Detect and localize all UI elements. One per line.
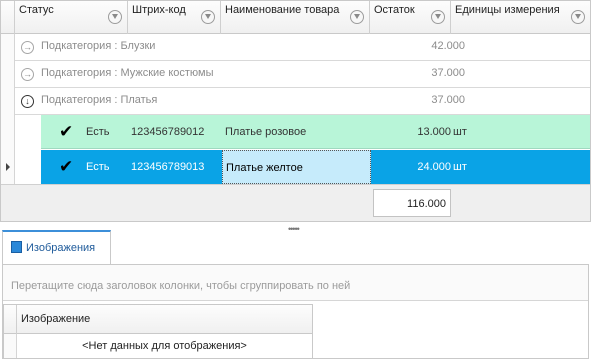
group-row-dresses[interactable]: ↓ Подкатегория : Платья 37.000 xyxy=(15,88,590,115)
current-row-arrow-icon xyxy=(6,163,10,171)
row-indicator-column xyxy=(1,34,15,184)
expand-icon[interactable]: → xyxy=(21,41,34,54)
panel-splitter[interactable]: ••••• xyxy=(288,224,300,234)
filter-icon[interactable] xyxy=(350,10,364,24)
group-by-hint[interactable]: Перетащите сюда заголовок колонки, чтобы… xyxy=(3,265,588,301)
column-header-name[interactable]: Наименование товара xyxy=(221,1,370,34)
no-data-message: <Нет данных для отображения> xyxy=(82,340,247,352)
total-stock: 116.000 xyxy=(373,189,451,217)
expand-icon[interactable]: → xyxy=(21,68,34,81)
check-icon: ✔ xyxy=(59,122,74,141)
header-indicator xyxy=(4,305,17,334)
grid-footer: 116.000 xyxy=(1,184,590,221)
image-tab-icon xyxy=(11,241,22,253)
focused-cell[interactable]: Платье желтое xyxy=(222,150,371,184)
group-row-blouses[interactable]: → Подкатегория : Блузки 42.000 xyxy=(15,34,590,61)
grid-header: Статус Штрих-код Наименование товара Ост… xyxy=(1,1,590,34)
column-header-status[interactable]: Статус xyxy=(15,1,128,34)
images-grid-header: Изображение xyxy=(4,305,312,334)
column-header-stock[interactable]: Остаток xyxy=(370,1,451,34)
column-header-barcode[interactable]: Штрих-код xyxy=(128,1,221,34)
check-icon: ✔ xyxy=(59,157,74,176)
row-indicator-column xyxy=(4,334,17,358)
group-row-mens-suits[interactable]: → Подкатегория : Мужские костюмы 37.000 xyxy=(15,61,590,88)
column-header-image[interactable]: Изображение xyxy=(21,313,90,325)
column-header-units[interactable]: Единицы измерения xyxy=(451,1,590,34)
table-row[interactable]: ✔ Есть 123456789012 Платье розовое 13.00… xyxy=(41,115,590,149)
filter-icon[interactable] xyxy=(571,10,585,24)
tab-images[interactable]: Изображения xyxy=(2,230,111,264)
images-panel: Перетащите сюда заголовок колонки, чтобы… xyxy=(2,264,589,359)
products-grid: Статус Штрих-код Наименование товара Ост… xyxy=(0,0,591,222)
filter-icon[interactable] xyxy=(431,10,445,24)
images-grid: Изображение <Нет данных для отображения> xyxy=(3,304,313,359)
filter-icon[interactable] xyxy=(108,10,122,24)
collapse-icon[interactable]: ↓ xyxy=(21,95,34,108)
header-indicator xyxy=(1,1,15,34)
filter-icon[interactable] xyxy=(201,10,215,24)
table-row-selected[interactable]: ✔ Есть 123456789013 Платье желтое 24.000… xyxy=(41,150,590,184)
